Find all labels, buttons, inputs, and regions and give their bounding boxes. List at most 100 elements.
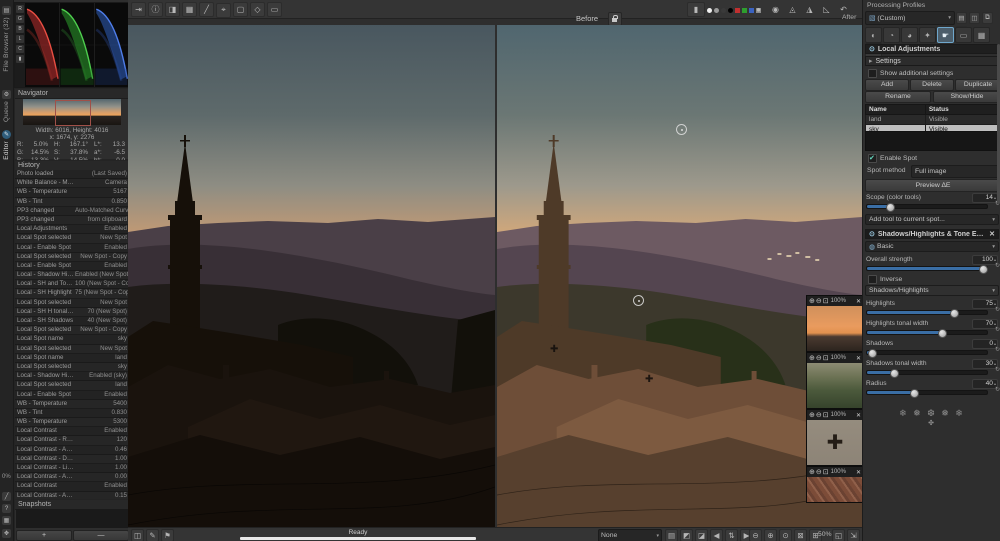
close-icon[interactable]: ✕ xyxy=(989,230,995,238)
history-row[interactable]: Local Spot selected New Spot xyxy=(15,298,129,308)
histogram-channel-button[interactable]: C xyxy=(16,45,24,53)
histogram-channel-button[interactable]: R xyxy=(16,5,24,13)
toolbar-icon[interactable]: ╱ xyxy=(199,2,214,17)
history-row[interactable]: Local - SH Highlight 75 (New Spot - Copy… xyxy=(15,289,129,299)
navigator-thumbnail[interactable] xyxy=(23,99,121,126)
history-row[interactable]: Photo loaded (Last Saved) xyxy=(15,170,129,180)
bottom-icon[interactable]: ◫ xyxy=(131,529,144,541)
show-hide-spot-button[interactable]: Show/Hide xyxy=(933,91,1000,103)
history-row[interactable]: Local Spot selected land xyxy=(15,381,129,391)
detail-zoom-100-icon[interactable]: ⊡ xyxy=(823,354,829,362)
history-row[interactable]: PP3 changed Auto-Matched Curve - IS... xyxy=(15,206,129,216)
spot-status-header[interactable]: Status xyxy=(924,104,1000,115)
rename-spot-button[interactable]: Rename xyxy=(865,91,931,103)
spot-marker-land[interactable] xyxy=(633,295,644,306)
before-lock-button[interactable] xyxy=(608,12,622,26)
bottom-icon[interactable]: ◩ xyxy=(680,529,693,541)
add-snapshot-button[interactable]: + xyxy=(16,530,72,541)
spot-marker-sky[interactable] xyxy=(676,124,687,135)
delete-snapshot-button[interactable]: — xyxy=(73,530,129,541)
toolbar-icon[interactable]: ◇ xyxy=(250,2,265,17)
close-icon[interactable]: ✕ xyxy=(856,298,861,305)
history-row[interactable]: Local Contrast - Lightness 1.00 xyxy=(15,464,129,474)
toolbar-icon[interactable]: ◬ xyxy=(785,2,800,17)
tab-queue[interactable]: ⚙ Queue xyxy=(0,88,13,122)
toolbar-icon[interactable]: ◨ xyxy=(165,2,180,17)
slider-track[interactable] xyxy=(866,308,988,318)
scope-track[interactable] xyxy=(866,202,988,212)
detail-zoom-out-icon[interactable]: ⊖ xyxy=(816,468,822,476)
detail-window-image[interactable] xyxy=(807,363,863,408)
history-row[interactable]: Local Spot name land xyxy=(15,353,129,363)
inverse-checkbox[interactable]: Inverse xyxy=(868,275,902,284)
detail-zoom-out-icon[interactable]: ⊖ xyxy=(816,297,822,305)
history-row[interactable]: Local - Enable Spot Enabled xyxy=(15,261,129,272)
expand-panels-icon[interactable]: ✥ xyxy=(2,529,11,538)
tool-tab[interactable]: ◐ xyxy=(865,27,882,43)
history-row[interactable]: Local Spot selected New Spot - Copy xyxy=(15,252,129,262)
tab-file-browser[interactable]: ▤ File Browser (32) xyxy=(0,4,13,72)
checkbox-icon[interactable] xyxy=(868,69,877,78)
tool-tab[interactable]: ◕ xyxy=(901,27,918,43)
slider-track[interactable] xyxy=(866,328,988,338)
history-row[interactable]: Local - Enable Spot Enabled xyxy=(15,390,129,400)
detail-zoom-in-icon[interactable]: ⊕ xyxy=(809,411,815,419)
checkbox-icon[interactable] xyxy=(868,275,877,284)
history-row[interactable]: Local Spot selected New Spot - Copy xyxy=(15,326,129,336)
history-row[interactable]: Local Contrast - Amount 0.46 xyxy=(15,445,129,455)
detail-zoom-100-icon[interactable]: ⊡ xyxy=(823,411,829,419)
slider-knob[interactable] xyxy=(890,368,900,378)
overall-strength-knob[interactable] xyxy=(979,264,989,274)
toolbar-icon[interactable]: ⓘ xyxy=(148,2,163,17)
spot-row[interactable]: land Visible xyxy=(865,114,1000,125)
bottom-icon[interactable]: ⚑ xyxy=(161,529,174,541)
toolbar-icon[interactable]: ▢ xyxy=(233,2,248,17)
detail-window-image[interactable]: ✚ xyxy=(807,420,863,465)
toolbar-icon[interactable]: ◺ xyxy=(819,2,834,17)
detail-window[interactable]: ⊕ ⊖ ⊡ 100% ✕ xyxy=(806,352,864,409)
show-additional-settings[interactable]: Show additional settings xyxy=(868,69,953,78)
toolbar-icon[interactable]: ▦ xyxy=(182,2,197,17)
duplicate-spot-button[interactable]: Duplicate xyxy=(955,79,1000,91)
help-icon[interactable]: ? xyxy=(2,504,11,513)
before-image[interactable] xyxy=(128,25,495,527)
history-row[interactable]: Local - SH H tonalwidth 70 (New Spot) xyxy=(15,307,129,317)
history-row[interactable]: Local Spot selected New Spot xyxy=(15,344,129,354)
slider-knob[interactable] xyxy=(867,348,877,358)
history-row[interactable]: Local Contrast Enabled xyxy=(15,482,129,492)
history-row[interactable]: PP3 changed from clipboard xyxy=(15,215,129,226)
detail-zoom-out-icon[interactable]: ⊖ xyxy=(816,354,822,362)
tool-tab[interactable]: ✦ xyxy=(919,27,936,43)
detail-zoom-100-icon[interactable]: ⊡ xyxy=(823,297,829,305)
grid-rail-icon[interactable]: ▦ xyxy=(2,516,11,525)
tool-tab[interactable]: ◔ xyxy=(883,27,900,43)
preview-bg-selector[interactable]: ▮ xyxy=(687,2,705,17)
detail-zoom-100-icon[interactable]: ⊡ xyxy=(823,468,829,476)
reset-icon[interactable]: ↻ xyxy=(995,366,1000,373)
bottom-icon[interactable]: ◀ xyxy=(710,529,723,541)
reset-icon[interactable]: ↻ xyxy=(995,326,1000,333)
straighten-rail-icon[interactable]: ╱ xyxy=(2,492,11,501)
slider-knob[interactable] xyxy=(909,388,919,398)
detail-zoom-in-icon[interactable]: ⊕ xyxy=(809,468,815,476)
slider-track[interactable] xyxy=(866,348,988,358)
history-row[interactable]: Local - Shadow Highlight Enabled (New Sp… xyxy=(15,271,129,281)
delete-spot-button[interactable]: Delete xyxy=(910,79,954,91)
toolbar-icon[interactable]: ⌖ xyxy=(216,2,231,18)
add-tool-select[interactable]: Add tool to current spot... ▾ xyxy=(865,214,999,225)
bottom-icon[interactable]: ⇲ xyxy=(847,529,860,541)
history-row[interactable]: White Balance - Method Camera xyxy=(15,179,129,189)
checkbox-checked-icon[interactable] xyxy=(868,154,877,163)
slider-knob[interactable] xyxy=(950,308,960,318)
history-row[interactable]: WB - Temperature 5167 xyxy=(15,188,129,198)
toolbar-icon[interactable]: ⇥ xyxy=(131,2,146,17)
spot-name-header[interactable]: Name xyxy=(865,104,926,115)
close-icon[interactable]: ✕ xyxy=(856,469,861,476)
history-row[interactable]: Local - SH and Tone Equ... 100 (New Spot… xyxy=(15,280,129,290)
toolbar-icon[interactable]: ▭ xyxy=(267,2,282,17)
history-row[interactable]: Local - SH Shadows 40 (New Spot) xyxy=(15,317,129,327)
profile-select[interactable]: ▧ (Custom) ▾ xyxy=(865,11,955,25)
sh-panel-header[interactable]: ⊙ Shadows/Highlights & Tone Equalizer ✕ xyxy=(865,229,999,239)
history-row[interactable]: Local - Enable Spot Enabled xyxy=(15,243,129,253)
tool-tab[interactable]: ▦ xyxy=(973,27,990,43)
